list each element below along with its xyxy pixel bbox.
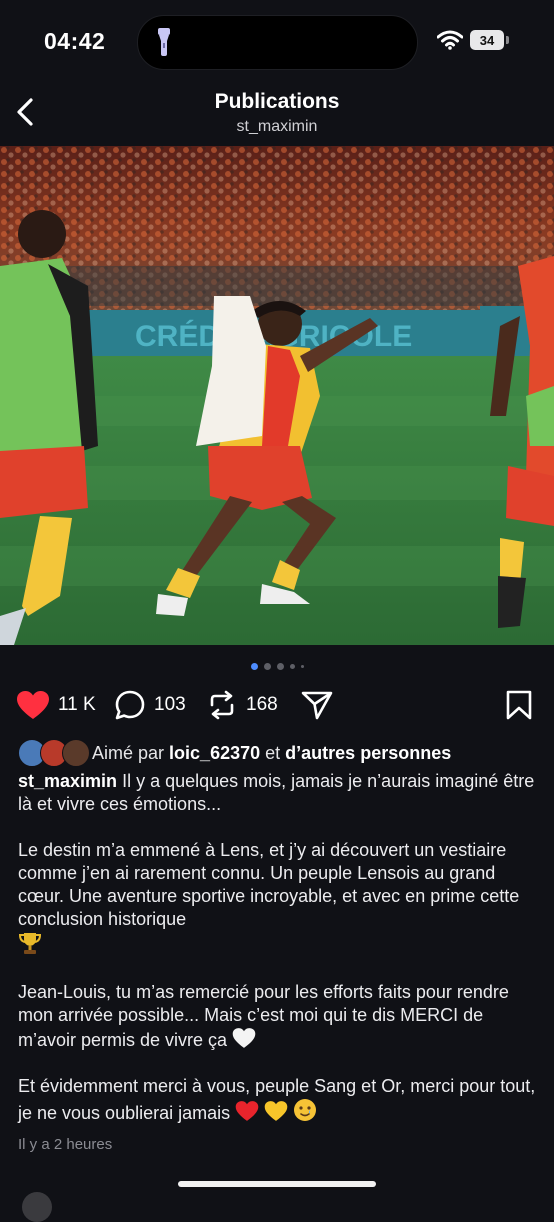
battery-level: 34	[479, 32, 495, 48]
white-heart-icon	[232, 1028, 256, 1048]
liked-by-user[interactable]: loic_62370	[169, 743, 260, 763]
trophy-icon	[18, 933, 42, 954]
page-title: Publications	[214, 90, 340, 113]
like-count: 11 K	[58, 694, 96, 715]
yellow-heart-icon	[264, 1101, 288, 1121]
avatar	[62, 739, 90, 767]
caption-paragraph-1: st_maximin Il y a quelques mois, jamais …	[18, 770, 538, 816]
caption-text-2: Le destin m’a emmené à Lens, et j’y ai d…	[18, 840, 520, 929]
next-post-avatar[interactable]	[22, 1192, 52, 1222]
battery-nub	[506, 36, 509, 44]
page-header: Publications st_maximin	[0, 84, 554, 148]
red-heart-icon	[235, 1101, 259, 1121]
caption-paragraph-2: Le destin m’a emmené à Lens, et j’y ai d…	[18, 839, 538, 958]
liked-by-text: Aimé par loic_62370 et d’autres personne…	[92, 743, 451, 764]
carousel-indicator[interactable]	[0, 662, 554, 670]
post-caption: st_maximin Il y a quelques mois, jamais …	[18, 770, 538, 1148]
home-indicator[interactable]	[178, 1181, 376, 1187]
comment-count: 103	[154, 694, 186, 715]
flashlight-icon	[158, 28, 170, 56]
post-image: CRÉDIT AGRICOLE	[0, 146, 554, 645]
liked-by-prefix: Aimé par	[92, 742, 165, 763]
status-bar: 04:42 34	[0, 0, 554, 84]
repost-icon	[210, 690, 234, 720]
liked-by-others[interactable]: d’autres personnes	[285, 743, 451, 763]
comment-icon	[115, 690, 145, 720]
carousel-dot	[263, 662, 271, 670]
status-time: 04:42	[44, 28, 106, 54]
post-timestamp: Il y a 2 heures	[18, 1136, 113, 1153]
comment-button[interactable]: 103	[114, 684, 186, 726]
heart-icon	[17, 691, 49, 719]
share-button[interactable]	[300, 684, 334, 726]
battery-icon: 34	[470, 30, 504, 50]
caption-text-3: Jean-Louis, tu m’as remercié pour les ef…	[18, 982, 509, 1050]
page-subtitle[interactable]: st_maximin	[0, 118, 554, 136]
dynamic-island	[137, 15, 418, 70]
carousel-dot-active	[250, 662, 258, 670]
repost-button[interactable]: 168	[206, 684, 278, 726]
teary-smile-icon	[294, 1099, 317, 1121]
liker-avatars	[18, 739, 90, 767]
like-button[interactable]: 11 K	[16, 684, 96, 726]
liked-by-connector: et	[265, 742, 281, 763]
caption-paragraph-3: Jean-Louis, tu m’as remercié pour les ef…	[18, 981, 538, 1052]
carousel-dot	[300, 664, 304, 668]
bookmark-icon	[506, 690, 532, 720]
post-photo[interactable]: CRÉDIT AGRICOLE	[0, 146, 554, 645]
share-icon	[301, 691, 333, 720]
bookmark-button[interactable]	[504, 684, 534, 726]
carousel-dot	[276, 662, 284, 670]
repost-count: 168	[246, 694, 278, 715]
caption-username[interactable]: st_maximin	[18, 771, 117, 791]
caption-paragraph-4: Et évidemment merci à vous, peuple Sang …	[18, 1075, 538, 1125]
carousel-dot	[289, 663, 295, 669]
post-actions: 11 K 103 168	[0, 684, 554, 726]
wifi-icon	[437, 30, 463, 50]
liked-by-row[interactable]: Aimé par loic_62370 et d’autres personne…	[18, 738, 451, 768]
